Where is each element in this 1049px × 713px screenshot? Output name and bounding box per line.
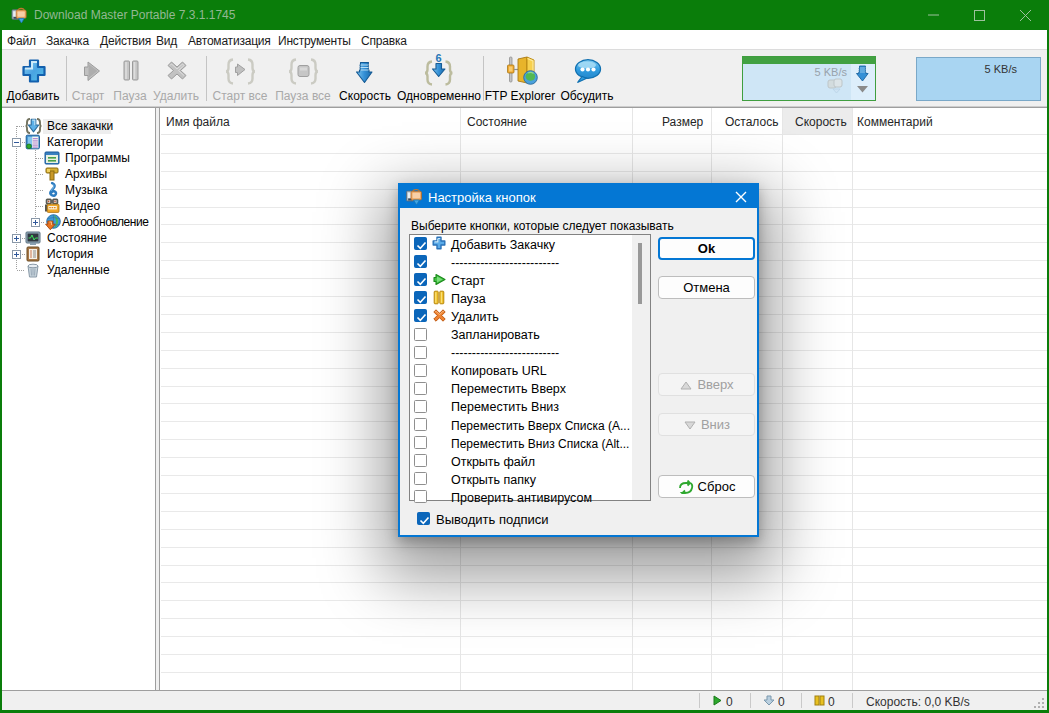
svg-text:6: 6 [435,52,441,64]
